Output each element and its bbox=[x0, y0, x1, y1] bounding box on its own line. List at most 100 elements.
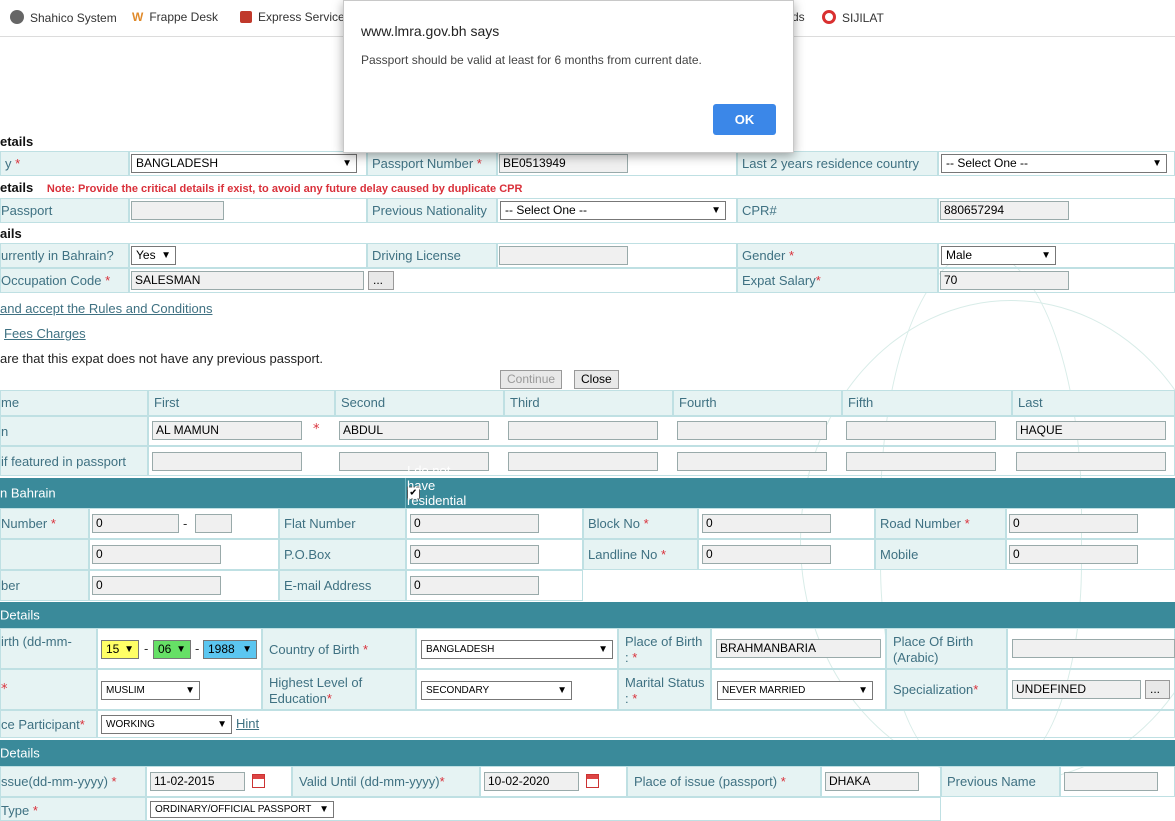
number-label: Number bbox=[1, 516, 48, 531]
road-input[interactable]: 0 bbox=[1009, 514, 1138, 533]
specialization-input[interactable]: UNDEFINED bbox=[1012, 680, 1141, 699]
dropdown-arrow-icon: ▼ bbox=[319, 804, 329, 815]
fourth-name-passport-input[interactable] bbox=[677, 452, 827, 471]
valid-label: Valid Until (dd-mm-yyyy) bbox=[299, 774, 440, 789]
religion-select[interactable]: MUSLIM ▼ bbox=[101, 681, 200, 700]
required-marker: * bbox=[313, 422, 320, 437]
passport-label-cell: Passport bbox=[0, 198, 129, 223]
spec-label: Specialization bbox=[893, 682, 974, 697]
dob-label-cell: irth (dd-mm- bbox=[0, 628, 97, 669]
specialization-browse-button[interactable]: ... bbox=[1145, 680, 1170, 699]
first-name-passport-input[interactable] bbox=[152, 452, 302, 471]
personal-header: Details bbox=[0, 602, 1175, 628]
email-label: E-mail Address bbox=[284, 578, 372, 593]
fourth-name-input[interactable] bbox=[677, 421, 827, 440]
pob-ar-label-cell: Place Of Birth (Arabic) bbox=[886, 628, 1007, 669]
names-header-cell: Second bbox=[335, 390, 504, 416]
passport-number-input[interactable]: BE0513949 bbox=[499, 154, 628, 173]
first-name-input[interactable]: AL MAMUN bbox=[152, 421, 302, 440]
in-bahrain-label-cell: urrently in Bahrain? bbox=[0, 243, 129, 268]
prev-nationality-select[interactable]: -- Select One -- ▼ bbox=[500, 201, 726, 220]
third-name-input[interactable] bbox=[508, 421, 658, 440]
pob-arabic-input[interactable] bbox=[1012, 639, 1175, 658]
declaration-text: are that this expat does not have any pr… bbox=[0, 351, 324, 366]
names-header-cell: Fourth bbox=[673, 390, 842, 416]
salary-label: Expat Salary bbox=[742, 273, 816, 288]
edu-label-cell: Highest Level of Education* bbox=[262, 669, 416, 710]
bookmark-shahico[interactable]: Shahico System bbox=[10, 10, 117, 25]
cob-label-cell: Country of Birth * bbox=[262, 628, 416, 669]
cpr-input[interactable]: 880657294 bbox=[940, 201, 1069, 220]
in-bahrain-select[interactable]: Yes ▼ bbox=[131, 246, 176, 265]
fifth-name-input[interactable] bbox=[846, 421, 996, 440]
gender-label-cell: Gender * bbox=[737, 243, 938, 268]
hint-link[interactable]: Hint bbox=[236, 716, 259, 731]
col-first: First bbox=[154, 395, 180, 410]
gender-select[interactable]: Male ▼ bbox=[941, 246, 1056, 265]
close-button[interactable]: Close bbox=[574, 370, 619, 389]
address-row2-input[interactable]: 0 bbox=[92, 545, 221, 564]
nationality-select[interactable]: BANGLADESH ▼ bbox=[131, 154, 357, 173]
mobile-input[interactable]: 0 bbox=[1009, 545, 1138, 564]
occupation-input[interactable]: SALESMAN bbox=[131, 271, 364, 290]
flat-input[interactable]: 0 bbox=[410, 514, 539, 533]
dialog-message: Passport should be valid at least for 6 … bbox=[361, 53, 702, 67]
pobox-input[interactable]: 0 bbox=[410, 545, 539, 564]
driving-license-input[interactable] bbox=[499, 246, 628, 265]
cob-label: Country of Birth bbox=[269, 642, 360, 657]
salary-input[interactable]: 70 bbox=[940, 271, 1069, 290]
block-label-cell: Block No * bbox=[583, 508, 698, 539]
last2-select[interactable]: -- Select One -- ▼ bbox=[941, 154, 1167, 173]
dob-year-select[interactable]: 1988 ▼ bbox=[203, 640, 257, 659]
express-logo-icon bbox=[240, 11, 252, 23]
alert-dialog: www.lmra.gov.bh says Passport should be … bbox=[343, 0, 794, 153]
dob-month-select[interactable]: 06 ▼ bbox=[153, 640, 191, 659]
number-input-b[interactable] bbox=[195, 514, 232, 533]
nationality-label: y bbox=[5, 156, 12, 171]
number-input-a[interactable]: 0 bbox=[92, 514, 179, 533]
last-name-input[interactable]: HAQUE bbox=[1016, 421, 1166, 440]
names-header-cell: Last bbox=[1012, 390, 1175, 416]
bookmark-sijilat[interactable]: SIJILAT bbox=[822, 10, 884, 25]
calendar-icon[interactable] bbox=[586, 774, 599, 788]
marital-select[interactable]: NEVER MARRIED ▼ bbox=[717, 681, 873, 700]
ok-button[interactable]: OK bbox=[713, 104, 776, 135]
third-name-passport-input[interactable] bbox=[508, 452, 658, 471]
previous-name-input[interactable] bbox=[1064, 772, 1158, 791]
fees-link[interactable]: Fees Charges bbox=[4, 326, 86, 341]
col-last: Last bbox=[1018, 395, 1043, 410]
education-select[interactable]: SECONDARY ▼ bbox=[421, 681, 572, 700]
last-name-passport-input[interactable] bbox=[1016, 452, 1166, 471]
participant-select[interactable]: WORKING ▼ bbox=[101, 715, 232, 734]
globe-icon bbox=[10, 10, 24, 24]
prev-passport-input[interactable] bbox=[131, 201, 224, 220]
fifth-name-passport-input[interactable] bbox=[846, 452, 996, 471]
bookmark-frappe[interactable]: W Frappe Desk bbox=[132, 10, 218, 24]
calendar-icon[interactable] bbox=[252, 774, 265, 788]
issue-date-input[interactable]: 11-02-2015 bbox=[150, 772, 245, 791]
valid-until-input[interactable]: 10-02-2020 bbox=[484, 772, 579, 791]
last2-label: Last 2 years residence country bbox=[742, 156, 920, 171]
dob-day-select[interactable]: 15 ▼ bbox=[101, 640, 139, 659]
address-row3-input[interactable]: 0 bbox=[92, 576, 221, 595]
pob-input[interactable]: BRAHMANBARIA bbox=[716, 639, 881, 658]
religion-label-cell: * bbox=[0, 669, 97, 710]
second-name-input[interactable]: ABDUL bbox=[339, 421, 489, 440]
landline-input[interactable]: 0 bbox=[702, 545, 831, 564]
passport-type-select[interactable]: ORDINARY/OFFICIAL PASSPORT ▼ bbox=[150, 801, 334, 818]
place-issue-input[interactable]: DHAKA bbox=[825, 772, 919, 791]
dropdown-arrow-icon: ▼ bbox=[124, 644, 134, 655]
email-input[interactable]: 0 bbox=[410, 576, 539, 595]
rules-link[interactable]: and accept the Rules and Conditions bbox=[0, 301, 212, 316]
bookmark-express[interactable]: Express Services bbox=[240, 10, 351, 24]
cob-select[interactable]: BANGLADESH ▼ bbox=[421, 640, 613, 659]
dropdown-arrow-icon: ▼ bbox=[1041, 250, 1051, 261]
continue-button[interactable]: Continue bbox=[500, 370, 563, 389]
prev-name-label-cell: Previous Name bbox=[941, 766, 1060, 797]
pob-ar-label: Place Of Birth bbox=[893, 634, 974, 649]
occupation-browse-button[interactable]: ... bbox=[368, 271, 394, 290]
block-input[interactable]: 0 bbox=[702, 514, 831, 533]
pobox-label: P.O.Box bbox=[284, 547, 331, 562]
marital-label-cell: Marital Status : * bbox=[618, 669, 711, 710]
section-header: ails bbox=[0, 226, 22, 241]
